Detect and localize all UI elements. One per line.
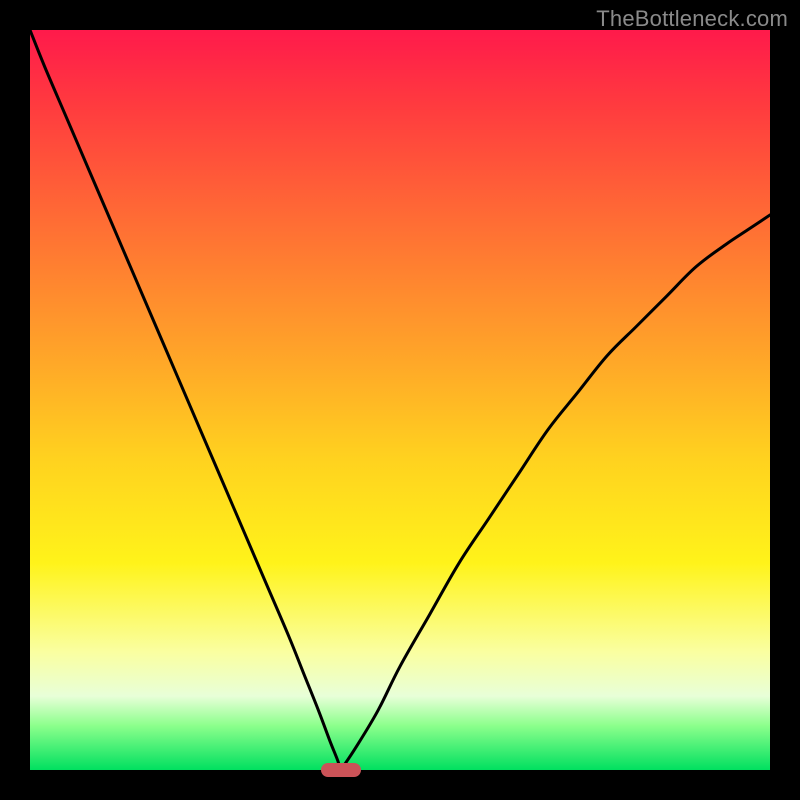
chart-frame: TheBottleneck.com [0, 0, 800, 800]
minimum-marker [321, 763, 361, 777]
curve-left-branch [30, 30, 341, 770]
watermark-text: TheBottleneck.com [596, 6, 788, 32]
curve-layer [30, 30, 770, 770]
curve-right-branch [341, 215, 770, 770]
plot-area [30, 30, 770, 770]
